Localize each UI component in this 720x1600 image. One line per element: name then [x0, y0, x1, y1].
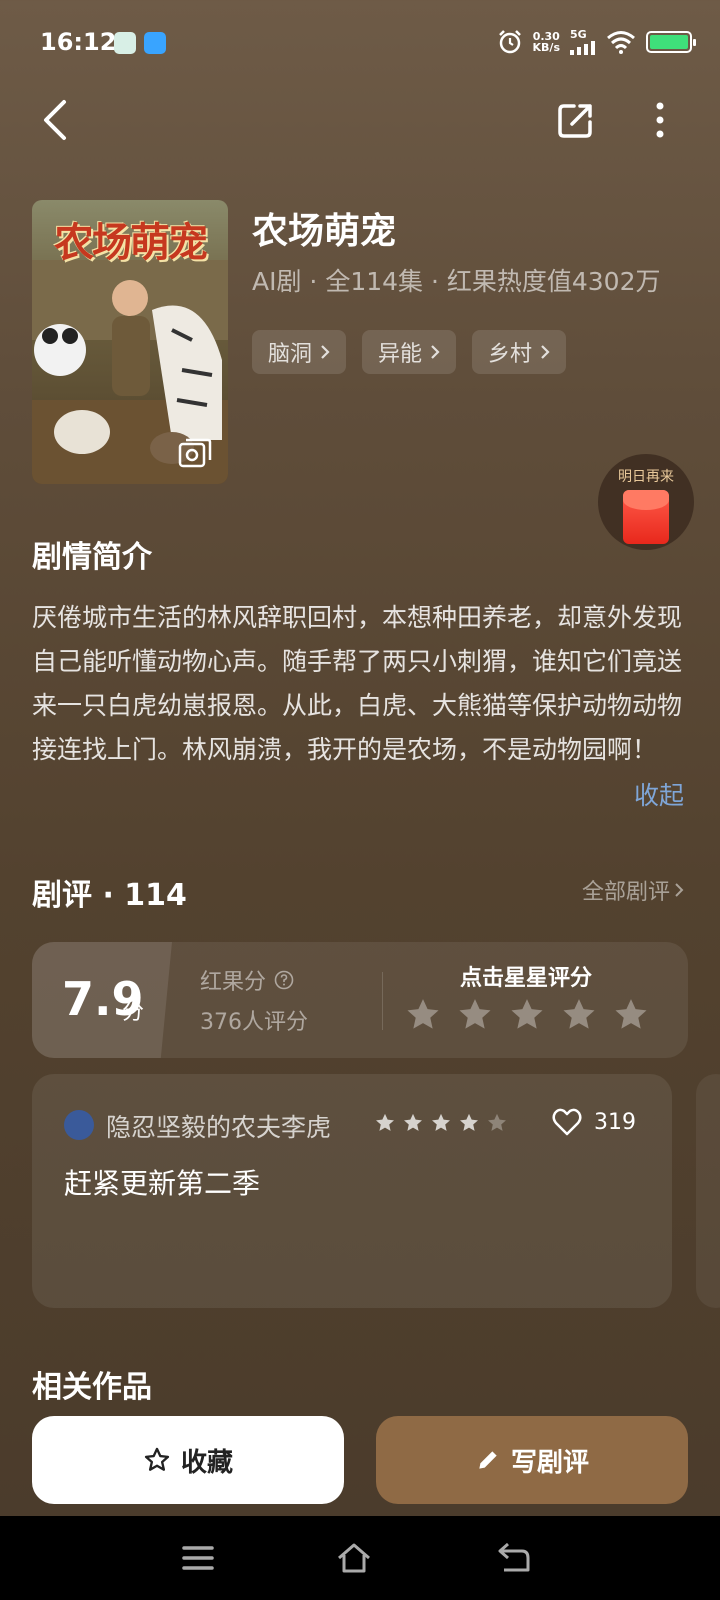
tag-chip[interactable]: 异能 — [362, 330, 457, 374]
speed-unit: KB/s — [532, 40, 560, 54]
write-review-button[interactable]: 写剧评 — [376, 1416, 688, 1504]
review-text: 赶紧更新第二季 — [64, 1167, 261, 1200]
related-heading: 相关作品 — [32, 1370, 152, 1405]
review-star-rating — [374, 1112, 508, 1134]
heart-icon — [552, 1108, 582, 1136]
home-icon[interactable] — [336, 1540, 372, 1576]
score-card: 7.9 分 红果分 376人评分 点击星星评分 — [32, 942, 688, 1058]
collapse-button[interactable]: 收起 — [634, 776, 684, 812]
tag-label: 脑洞 — [268, 342, 313, 367]
synopsis-heading: 剧情简介 — [32, 540, 152, 575]
alarm-icon — [498, 29, 521, 53]
favorite-button[interactable]: 收藏 — [32, 1416, 344, 1504]
chevron-right-icon — [431, 345, 440, 359]
notification-message-icon — [144, 32, 166, 54]
review-star-icon — [404, 1113, 422, 1131]
chevron-right-icon — [675, 883, 684, 897]
all-reviews-label: 全部剧评 — [581, 880, 670, 905]
network-type: 5G — [570, 28, 587, 41]
system-nav-bar — [0, 1516, 720, 1600]
rating-count: 376人评分 — [200, 1010, 308, 1035]
signal-icon — [570, 41, 595, 55]
notification-app-icon — [114, 32, 136, 54]
pencil-icon — [479, 1451, 497, 1469]
rate-prompt: 点击星星评分 — [459, 966, 592, 991]
tag-chip[interactable]: 乡村 — [472, 330, 567, 374]
favorite-label: 收藏 — [180, 1447, 233, 1478]
system-back-icon[interactable] — [496, 1540, 532, 1576]
network-speed: 0.30 KB/s — [533, 31, 560, 53]
speed-value: 0.30 — [532, 29, 560, 43]
avatar[interactable] — [64, 1110, 94, 1140]
tag-list: 脑洞 异能 乡村 — [252, 330, 567, 374]
show-meta: AI剧 · 全114集 · 红果热度值4302万 — [252, 267, 661, 296]
score-unit: 分 — [122, 1000, 145, 1025]
reward-label: 明日再来 — [618, 469, 674, 485]
score-label-text: 红果分 — [200, 970, 267, 995]
chevron-right-icon — [541, 345, 550, 359]
show-title: 农场萌宠 — [252, 211, 397, 252]
all-reviews-link[interactable]: 全部剧评 — [582, 874, 684, 906]
divider — [382, 972, 383, 1030]
battery-level — [650, 34, 688, 49]
review-star-icon — [376, 1113, 394, 1131]
help-icon[interactable] — [274, 970, 294, 990]
write-review-label: 写剧评 — [510, 1447, 589, 1478]
red-envelope-icon — [623, 490, 669, 544]
wifi-icon — [607, 30, 635, 54]
more-options-icon[interactable] — [648, 100, 672, 140]
video-gallery-icon[interactable] — [178, 438, 212, 468]
reward-widget[interactable]: 明日再来 — [598, 454, 694, 550]
rate-star-icon[interactable] — [560, 996, 598, 1034]
battery-icon — [646, 30, 696, 53]
tag-chip[interactable]: 脑洞 — [252, 330, 347, 374]
tag-label: 乡村 — [488, 342, 533, 367]
review-star-icon — [460, 1113, 478, 1131]
reviews-heading: 剧评 · 114 — [32, 878, 187, 913]
review-card-next[interactable] — [696, 1074, 720, 1308]
chevron-right-icon — [321, 345, 330, 359]
poster-title: 农场萌宠 — [54, 220, 208, 266]
review-card[interactable]: 隐忍坚毅的农夫李虎 319 赶紧更新第二季 — [32, 1074, 672, 1308]
show-poster[interactable]: 农场萌宠 — [32, 200, 228, 484]
menu-icon[interactable] — [180, 1540, 216, 1576]
back-icon[interactable] — [36, 96, 76, 144]
rate-star-icon[interactable] — [456, 996, 494, 1034]
rate-star-icon[interactable] — [612, 996, 650, 1034]
tag-label: 异能 — [378, 342, 423, 367]
share-icon[interactable] — [556, 100, 596, 140]
rate-star-icon[interactable] — [404, 996, 442, 1034]
rate-star-icon[interactable] — [508, 996, 546, 1034]
review-star-icon — [488, 1113, 506, 1131]
score-label: 红果分 — [200, 964, 294, 996]
like-button[interactable]: 319 — [552, 1108, 636, 1136]
review-star-icon — [432, 1113, 450, 1131]
rate-star-row[interactable] — [404, 996, 650, 1034]
status-time: 16:12 — [40, 28, 117, 56]
synopsis-text: 厌倦城市生活的林风辞职回村，本想种田养老，却意外发现自己能听懂动物心声。随手帮了… — [32, 603, 683, 764]
status-indicators: 0.30 KB/s 5G — [497, 28, 696, 55]
review-username[interactable]: 隐忍坚毅的农夫李虎 — [106, 1108, 331, 1144]
cell-signal: 5G — [570, 28, 596, 55]
like-count: 319 — [594, 1109, 636, 1135]
star-outline-icon — [144, 1447, 170, 1471]
